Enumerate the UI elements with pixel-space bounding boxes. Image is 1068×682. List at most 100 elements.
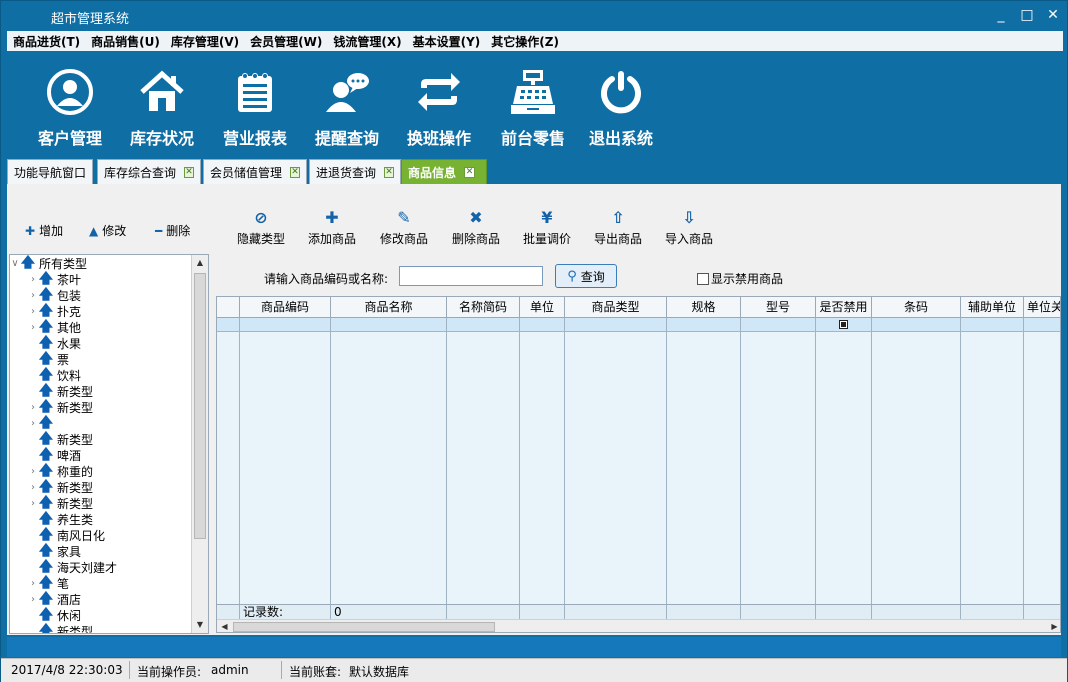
shift-change-button[interactable]: 换班操作 — [396, 67, 482, 153]
collapse-icon[interactable]: ∨ — [10, 258, 20, 269]
delete-category-button[interactable]: ━ 删除 — [155, 222, 190, 239]
add-category-button[interactable]: ✚ 增加 — [25, 222, 63, 239]
expand-icon[interactable]: › — [28, 466, 38, 477]
menu-settings[interactable]: 基本设置(Y) — [413, 33, 481, 50]
maximize-button[interactable]: □ — [1019, 5, 1035, 25]
close-tab-icon[interactable]: ✕ — [184, 166, 194, 178]
expand-icon[interactable]: › — [28, 498, 38, 509]
col-unit[interactable]: 单位 — [520, 297, 565, 318]
scroll-down-icon[interactable]: ▼ — [192, 617, 208, 633]
reminder-query-button[interactable]: 提醒查询 — [304, 67, 390, 153]
tree-item[interactable]: 🡅 票 — [10, 351, 190, 367]
menu-purchase[interactable]: 商品进货(T) — [13, 33, 80, 50]
search-button[interactable]: ⚲ 查询 — [555, 264, 617, 288]
tab-product-info[interactable]: 商品信息 ✕ — [401, 159, 487, 184]
tab-member-storage[interactable]: 会员储值管理 ✕ — [203, 159, 307, 184]
expand-icon[interactable]: › — [28, 578, 38, 589]
import-product-button[interactable]: ⇩ 导入商品 — [653, 210, 725, 247]
col-spec[interactable]: 规格 — [667, 297, 741, 318]
search-input[interactable] — [399, 266, 543, 286]
expand-icon[interactable]: › — [28, 402, 38, 413]
expand-icon[interactable]: › — [28, 306, 38, 317]
tree-item[interactable]: › 🡅 其他 — [10, 319, 190, 335]
tree-item[interactable]: › 🡅 新类型 — [10, 399, 190, 415]
tree-item[interactable]: 🡅 家具 — [10, 543, 190, 559]
menu-other[interactable]: 其它操作(Z) — [491, 33, 559, 50]
menu-sales[interactable]: 商品销售(U) — [91, 33, 160, 50]
tree-root[interactable]: ∨ 🡅 所有类型 — [10, 255, 190, 271]
tree-item[interactable]: › 🡅 新类型 — [10, 495, 190, 511]
scroll-right-icon[interactable]: ▶ — [1047, 620, 1060, 632]
exit-system-button[interactable]: 退出系统 — [578, 67, 664, 153]
expand-icon[interactable]: › — [28, 594, 38, 605]
delete-product-button[interactable]: ✖ 删除商品 — [440, 210, 512, 247]
hide-type-button[interactable]: ⊘ 隐藏类型 — [225, 210, 297, 247]
product-grid[interactable]: 商品编码 商品名称 名称简码 单位 商品类型 规格 型号 是否禁用 条码 辅助单… — [216, 296, 1061, 633]
tree-item[interactable]: › 🡅 包装 — [10, 287, 190, 303]
col-disabled[interactable]: 是否禁用 — [816, 297, 872, 318]
grid-hscrollbar[interactable]: ◀ ▶ — [217, 619, 1060, 632]
tree-item[interactable]: › 🡅 新类型 — [10, 479, 190, 495]
export-product-button[interactable]: ⇧ 导出商品 — [582, 210, 654, 247]
tree-item[interactable]: › 🡅 扑克 — [10, 303, 190, 319]
expand-icon[interactable]: › — [28, 322, 38, 333]
grid-line — [740, 605, 741, 620]
tree-item[interactable]: › 🡅 茶叶 — [10, 271, 190, 287]
expand-icon[interactable]: › — [28, 482, 38, 493]
col-product-type[interactable]: 商品类型 — [565, 297, 667, 318]
close-tab-icon[interactable]: ✕ — [384, 166, 394, 178]
col-short-code[interactable]: 名称简码 — [447, 297, 520, 318]
tab-purchase-return-query[interactable]: 进退货查询 ✕ — [309, 159, 401, 184]
close-tab-icon[interactable]: ✕ — [290, 166, 300, 178]
col-aux-unit[interactable]: 辅助单位 — [961, 297, 1024, 318]
tree-item[interactable]: 🡅 水果 — [10, 335, 190, 351]
show-disabled-checkbox[interactable]: 显示禁用商品 — [697, 270, 783, 287]
col-product-code[interactable]: 商品编码 — [240, 297, 331, 318]
tree-item[interactable]: › 🡅 笔 — [10, 575, 190, 591]
tree-item[interactable]: 🡅 养生类 — [10, 511, 190, 527]
expand-icon[interactable]: › — [28, 290, 38, 301]
category-tree[interactable]: ∨ 🡅 所有类型 › 🡅 茶叶 › 🡅 包装 › 🡅 扑克 › 🡅 其他 🡅 水果 🡅 票 🡅 饮料 🡅 新类型 › 🡅 新… — [9, 254, 209, 634]
scroll-thumb[interactable] — [233, 622, 495, 632]
tree-item[interactable]: 🡅 新类型 — [10, 383, 190, 399]
tree-item[interactable]: 🡅 啤酒 — [10, 447, 190, 463]
tree-item[interactable]: 🡅 饮料 — [10, 367, 190, 383]
inventory-status-button[interactable]: 库存状况 — [119, 67, 205, 153]
add-product-button[interactable]: ✚ 添加商品 — [296, 210, 368, 247]
tree-item[interactable]: › 🡅 称重的 — [10, 463, 190, 479]
scroll-thumb[interactable] — [194, 273, 206, 539]
checkbox-box[interactable] — [697, 272, 709, 285]
tree-item[interactable]: 🡅 海天刘建才 — [10, 559, 190, 575]
expand-icon[interactable]: › — [28, 274, 38, 285]
tree-item[interactable]: 🡅 新类型 — [10, 623, 190, 633]
close-button[interactable]: ✕ — [1045, 5, 1061, 25]
front-retail-button[interactable]: 前台零售 — [490, 67, 576, 153]
tab-function-nav[interactable]: 功能导航窗口 — [7, 159, 93, 184]
menu-inventory[interactable]: 库存管理(V) — [171, 33, 239, 50]
menu-cashflow[interactable]: 钱流管理(X) — [333, 33, 401, 50]
batch-price-button[interactable]: ¥ 批量调价 — [511, 210, 583, 247]
tab-inventory-query[interactable]: 库存综合查询 ✕ — [97, 159, 201, 184]
col-model[interactable]: 型号 — [741, 297, 816, 318]
tree-scrollbar[interactable]: ▲ ▼ — [191, 255, 208, 633]
scroll-left-icon[interactable]: ◀ — [217, 620, 232, 632]
edit-category-button[interactable]: ▲ 修改 — [89, 222, 126, 239]
scroll-up-icon[interactable]: ▲ — [192, 255, 208, 271]
col-product-name[interactable]: 商品名称 — [331, 297, 447, 318]
tree-item[interactable]: 🡅 南风日化 — [10, 527, 190, 543]
customer-management-button[interactable]: 客户管理 — [27, 67, 113, 153]
edit-product-button[interactable]: ✎ 修改商品 — [368, 210, 440, 247]
col-unit-relation[interactable]: 单位关 — [1024, 297, 1060, 318]
close-tab-icon[interactable]: ✕ — [464, 166, 476, 178]
col-barcode[interactable]: 条码 — [872, 297, 961, 318]
disabled-checkbox[interactable] — [839, 320, 848, 329]
minimize-button[interactable]: _ — [993, 5, 1009, 25]
tree-item[interactable]: › 🡅 — [10, 415, 190, 431]
expand-icon[interactable]: › — [28, 418, 38, 429]
business-report-button[interactable]: 营业报表 — [212, 67, 298, 153]
menu-members[interactable]: 会员管理(W) — [250, 33, 322, 50]
tree-item[interactable]: 🡅 新类型 — [10, 431, 190, 447]
table-row[interactable] — [217, 318, 1060, 332]
tree-item[interactable]: 🡅 休闲 — [10, 607, 190, 623]
tree-item[interactable]: › 🡅 酒店 — [10, 591, 190, 607]
